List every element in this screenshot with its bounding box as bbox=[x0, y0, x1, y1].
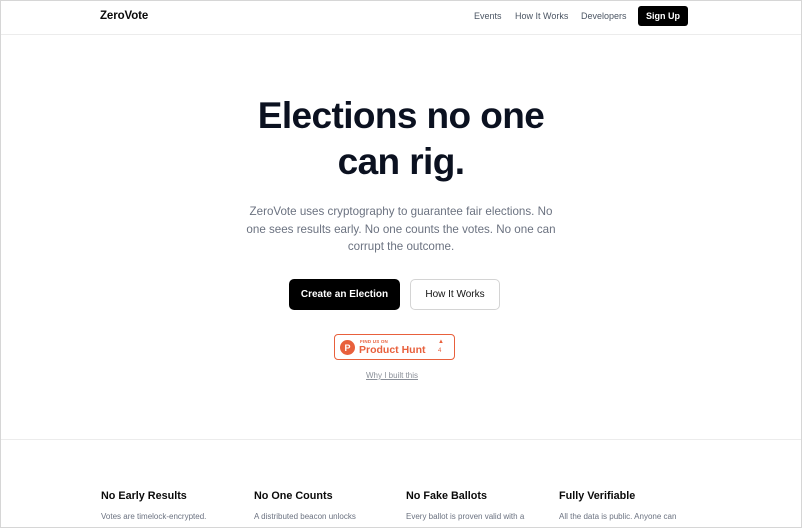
feature-no-early-results: No Early Results Votes are timelock-encr… bbox=[101, 490, 241, 523]
feature-description: Votes are timelock-encrypted. bbox=[101, 512, 207, 521]
upvote-arrow-icon: ▲ bbox=[438, 339, 444, 345]
hero-subtitle-line-1: ZeroVote uses cryptography to guarantee … bbox=[249, 205, 553, 218]
hero-subtitle-line-3: corrupt the outcome. bbox=[347, 240, 455, 254]
feature-title: No One Counts bbox=[254, 490, 333, 502]
feature-title: No Early Results bbox=[101, 490, 187, 502]
how-it-works-button[interactable]: How It Works bbox=[410, 279, 500, 310]
nav-link-events[interactable]: Events bbox=[474, 11, 502, 21]
feature-no-one-counts: No One Counts A distributed beacon unloc… bbox=[254, 490, 394, 523]
feature-description: A distributed beacon unlocks bbox=[254, 512, 356, 521]
product-hunt-name: Product Hunt bbox=[359, 344, 426, 356]
hero-title: Elections no one can rig. bbox=[201, 93, 601, 185]
nav-link-developers[interactable]: Developers bbox=[581, 11, 627, 21]
feature-title: No Fake Ballots bbox=[406, 490, 487, 502]
feature-title: Fully Verifiable bbox=[559, 490, 636, 502]
sign-up-button[interactable]: Sign Up bbox=[638, 6, 688, 26]
upvote-count: 4 bbox=[438, 348, 442, 354]
brand-logo[interactable]: ZeroVote bbox=[100, 10, 148, 22]
nav-link-how-it-works[interactable]: How It Works bbox=[515, 11, 568, 21]
feature-no-fake-ballots: No Fake Ballots Every ballot is proven v… bbox=[406, 490, 546, 523]
why-i-built-this-link[interactable]: Why I built this bbox=[366, 371, 418, 380]
section-divider bbox=[1, 439, 801, 440]
feature-description: All the data is public. Anyone can bbox=[559, 512, 677, 521]
product-hunt-badge[interactable]: P FIND US ON Product Hunt ▲ 4 bbox=[334, 334, 455, 360]
hero-subtitle: ZeroVote uses cryptography to guarantee … bbox=[241, 203, 561, 256]
hero-subtitle-line-2: one sees results early. No one counts th… bbox=[246, 222, 556, 236]
top-navbar: ZeroVote Events How It Works Developers … bbox=[1, 1, 801, 35]
feature-fully-verifiable: Fully Verifiable All the data is public.… bbox=[559, 490, 699, 523]
page-frame: ZeroVote Events How It Works Developers … bbox=[0, 0, 802, 528]
product-hunt-logo-icon: P bbox=[340, 340, 355, 355]
hero-title-line-1: Elections no one bbox=[257, 95, 545, 136]
create-election-button[interactable]: Create an Election bbox=[289, 279, 400, 310]
hero-title-line-2: can rig. bbox=[337, 141, 465, 182]
feature-description: Every ballot is proven valid with a bbox=[406, 512, 525, 521]
